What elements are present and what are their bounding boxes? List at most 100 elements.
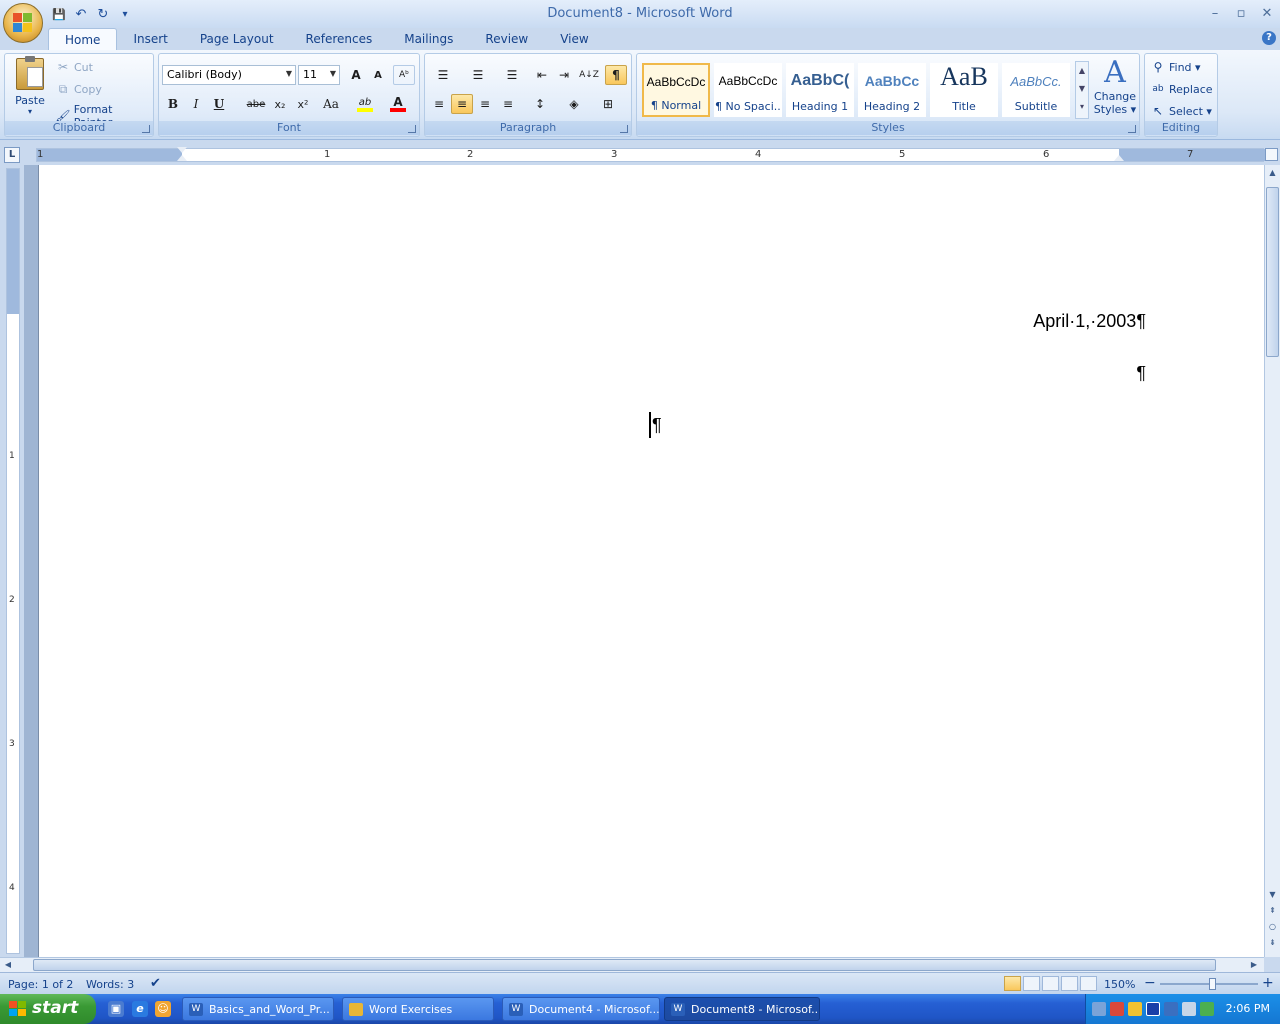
next-page-icon[interactable]: ⇟	[1265, 935, 1280, 951]
style-normal[interactable]: AaBbCcDc ¶ Normal	[642, 63, 710, 117]
highlight-button[interactable]: ab	[351, 94, 379, 114]
help-icon[interactable]: ?	[1262, 31, 1276, 45]
style-heading-2[interactable]: AaBbCc Heading 2	[858, 63, 926, 117]
taskbar-item[interactable]: W Document8 - Microsof...	[664, 997, 820, 1021]
center-button[interactable]: ≡	[451, 94, 473, 114]
strikethrough-button[interactable]: abe	[245, 94, 267, 114]
left-indent-marker[interactable]	[177, 155, 187, 161]
tab-mailings[interactable]: Mailings	[388, 28, 469, 50]
date-paragraph[interactable]: April·1,·2003¶	[1033, 311, 1146, 332]
numbering-button[interactable]: ☰	[463, 65, 493, 85]
scroll-thumb[interactable]	[33, 959, 1216, 971]
print-layout-button[interactable]	[1004, 976, 1021, 991]
clear-formatting-button[interactable]: Aᵇ	[393, 65, 415, 85]
full-screen-reading-button[interactable]	[1023, 976, 1040, 991]
subscript-button[interactable]: x₂	[269, 94, 291, 114]
grow-font-button[interactable]: A	[345, 65, 367, 85]
change-case-button[interactable]: Aa	[317, 94, 345, 114]
previous-page-icon[interactable]: ⇞	[1265, 903, 1280, 919]
shrink-font-button[interactable]: A	[367, 65, 389, 85]
borders-button[interactable]: ⊞	[593, 94, 623, 114]
styles-launcher-icon[interactable]	[1128, 125, 1136, 133]
style-heading-1[interactable]: AaBbC( Heading 1	[786, 63, 854, 117]
underline-button[interactable]: U	[208, 94, 230, 114]
tab-insert[interactable]: Insert	[117, 28, 183, 50]
style-title[interactable]: AaB Title	[930, 62, 998, 117]
draft-button[interactable]	[1080, 976, 1097, 991]
display-icon[interactable]	[1164, 1002, 1178, 1016]
find-button[interactable]: ⚲ Find ▾	[1150, 59, 1201, 75]
close-button[interactable]: ✕	[1254, 2, 1280, 24]
word-count[interactable]: Words: 3	[86, 978, 134, 991]
align-right-button[interactable]: ≡	[474, 94, 496, 114]
zoom-out-icon[interactable]: −	[1144, 975, 1156, 991]
view-ruler-icon[interactable]	[1265, 148, 1278, 161]
printer-icon[interactable]	[1182, 1002, 1196, 1016]
scroll-left-icon[interactable]: ◀	[0, 958, 16, 972]
styles-scroll-down-icon[interactable]: ▼	[1076, 80, 1088, 98]
antivirus-icon[interactable]	[1128, 1002, 1142, 1016]
safely-remove-icon[interactable]	[1200, 1002, 1214, 1016]
select-browse-object-icon[interactable]: ○	[1265, 919, 1280, 935]
multilevel-list-button[interactable]: ☰	[497, 65, 527, 85]
paste-button[interactable]: Paste ▾	[9, 56, 51, 120]
zoom-slider-thumb[interactable]	[1209, 978, 1216, 990]
clipboard-launcher-icon[interactable]	[142, 125, 150, 133]
copy-button[interactable]: ⧉ Copy	[55, 81, 102, 97]
font-family-combo[interactable]: Calibri (Body) ▼	[162, 65, 296, 85]
show-hide-button[interactable]: ¶	[605, 65, 627, 85]
style-subtitle[interactable]: AaBbCc. Subtitle	[1002, 63, 1070, 117]
restore-button[interactable]: ▫	[1228, 2, 1254, 24]
font-launcher-icon[interactable]	[408, 125, 416, 133]
first-line-indent-marker[interactable]	[177, 147, 187, 153]
horizontal-ruler[interactable]: 1 1 2 3 4 5 6 7	[36, 147, 1269, 162]
web-layout-button[interactable]	[1042, 976, 1059, 991]
page-count[interactable]: Page: 1 of 2	[8, 978, 73, 991]
network-icon[interactable]	[1092, 1002, 1106, 1016]
justify-button[interactable]: ≡	[497, 94, 519, 114]
shading-button[interactable]: ◈	[559, 94, 589, 114]
tab-home[interactable]: Home	[48, 28, 118, 50]
bullets-button[interactable]: ☰	[428, 65, 458, 85]
proofing-icon[interactable]: ✔	[150, 976, 161, 991]
taskbar-item[interactable]: W Document4 - Microsof...	[502, 997, 660, 1021]
tab-review[interactable]: Review	[469, 28, 544, 50]
start-button[interactable]: start	[0, 994, 96, 1024]
show-desktop-icon[interactable]: ▣	[108, 1001, 124, 1017]
increase-indent-button[interactable]: ⇥	[553, 65, 575, 85]
align-left-button[interactable]: ≡	[428, 94, 450, 114]
font-color-button[interactable]: A	[384, 94, 412, 114]
empty-paragraph[interactable]: ¶	[652, 415, 662, 436]
zoom-level[interactable]: 150%	[1104, 978, 1135, 991]
paragraph-launcher-icon[interactable]	[620, 125, 628, 133]
document-page[interactable]: April·1,·2003¶ ¶ ¶	[38, 165, 1264, 957]
styles-scroll[interactable]: ▲ ▼ ▾	[1075, 61, 1089, 119]
replace-button[interactable]: ab Replace	[1150, 81, 1212, 97]
taskbar-item[interactable]: W Basics_and_Word_Pr...	[182, 997, 334, 1021]
tab-selector-button[interactable]: L	[4, 147, 20, 163]
decrease-indent-button[interactable]: ⇤	[531, 65, 553, 85]
office-button[interactable]	[3, 3, 43, 43]
sort-button[interactable]: A↓Z	[578, 65, 600, 85]
vertical-scrollbar[interactable]: ▲ ▼ ⇞ ○ ⇟	[1264, 165, 1280, 957]
taskbar-item[interactable]: Word Exercises	[342, 997, 494, 1021]
scroll-thumb[interactable]	[1266, 187, 1279, 357]
italic-button[interactable]: I	[185, 94, 207, 114]
tab-page-layout[interactable]: Page Layout	[184, 28, 290, 50]
zoom-in-icon[interactable]: +	[1262, 975, 1274, 991]
styles-more-icon[interactable]: ▾	[1076, 98, 1088, 116]
horizontal-scrollbar[interactable]: ◀ ▶	[0, 957, 1264, 972]
scroll-down-icon[interactable]: ▼	[1265, 887, 1280, 903]
styles-scroll-up-icon[interactable]: ▲	[1076, 62, 1088, 80]
change-styles-button[interactable]: A Change Styles ▾	[1093, 56, 1137, 120]
outline-button[interactable]	[1061, 976, 1078, 991]
internet-explorer-icon[interactable]: e	[132, 1001, 148, 1017]
empty-paragraph[interactable]: ¶	[1136, 363, 1146, 384]
select-button[interactable]: ↖ Select ▾	[1150, 103, 1212, 119]
scroll-right-icon[interactable]: ▶	[1246, 958, 1262, 972]
style-no-spacing[interactable]: AaBbCcDc ¶ No Spaci...	[714, 63, 782, 117]
line-spacing-button[interactable]: ↕	[525, 94, 555, 114]
font-size-combo[interactable]: 11 ▼	[298, 65, 340, 85]
security-icon[interactable]	[1110, 1002, 1124, 1016]
bold-button[interactable]: B	[162, 94, 184, 114]
